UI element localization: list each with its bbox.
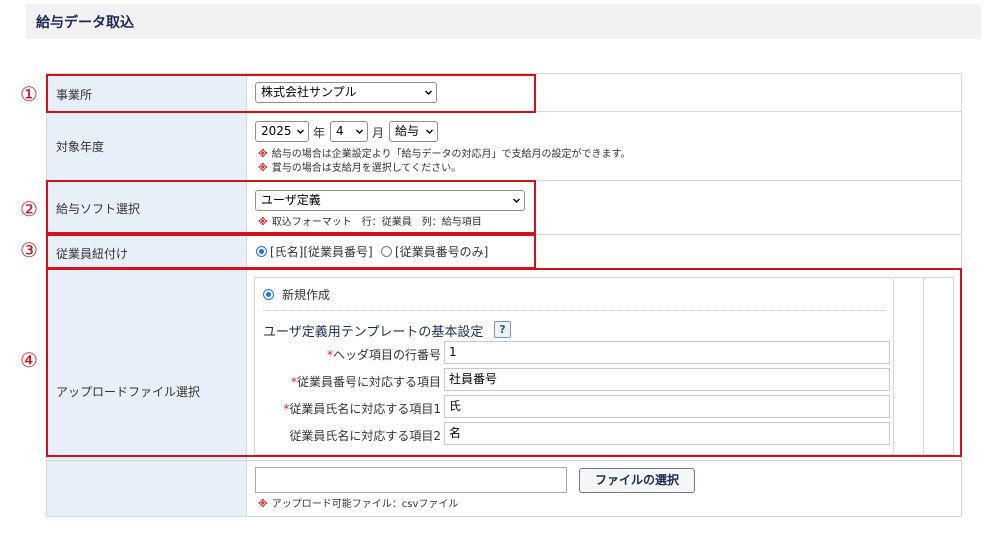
year-select[interactable]: 2025 bbox=[255, 121, 309, 142]
page-title: 給与データ取込 bbox=[36, 15, 134, 31]
month-unit: 月 bbox=[372, 126, 385, 140]
marker-2: ② bbox=[20, 197, 38, 221]
note-text: アップロード可能ファイル：csvファイル bbox=[271, 499, 459, 510]
highlight-box-1 bbox=[46, 74, 536, 113]
pay-type-select[interactable]: 給与 bbox=[389, 121, 438, 142]
bonus-month-note: ※ 賞与の場合は支給月を選択してください。 bbox=[258, 159, 461, 174]
highlight-box-4 bbox=[46, 268, 962, 457]
marker-4: ④ bbox=[20, 348, 38, 372]
note-mark: ※ bbox=[258, 499, 268, 510]
row-label-target-year: 対象年度 bbox=[47, 112, 247, 180]
year-select-value: 2025 bbox=[261, 124, 292, 138]
marker-3: ③ bbox=[20, 238, 38, 262]
pay-type-select-value: 給与 bbox=[395, 124, 420, 138]
choose-file-button[interactable]: ファイルの選択 bbox=[579, 468, 695, 493]
month-select-value: 4 bbox=[336, 124, 344, 138]
marker-1: ① bbox=[20, 82, 38, 106]
file-path-input[interactable] bbox=[255, 467, 567, 493]
note-text: 賞与の場合は支給月を選択してください。 bbox=[271, 163, 462, 174]
chevron-down-icon bbox=[356, 129, 363, 134]
row-label-file bbox=[47, 461, 247, 516]
highlight-box-3 bbox=[46, 234, 536, 269]
pay-month-note: ※ 給与の場合は企業設定より「給与データの対応月」で支給月の設定ができます。 bbox=[258, 145, 631, 160]
year-unit: 年 bbox=[313, 126, 326, 140]
chevron-down-icon bbox=[297, 129, 304, 134]
file-type-note: ※ アップロード可能ファイル：csvファイル bbox=[258, 495, 458, 510]
highlight-box-2 bbox=[46, 180, 536, 234]
month-select[interactable]: 4 bbox=[330, 121, 368, 142]
note-mark: ※ bbox=[258, 163, 268, 174]
chevron-down-icon bbox=[426, 129, 433, 134]
row-divider bbox=[47, 460, 961, 461]
page-header: 給与データ取込 bbox=[26, 4, 981, 39]
target-year-label: 対象年度 bbox=[56, 140, 105, 154]
